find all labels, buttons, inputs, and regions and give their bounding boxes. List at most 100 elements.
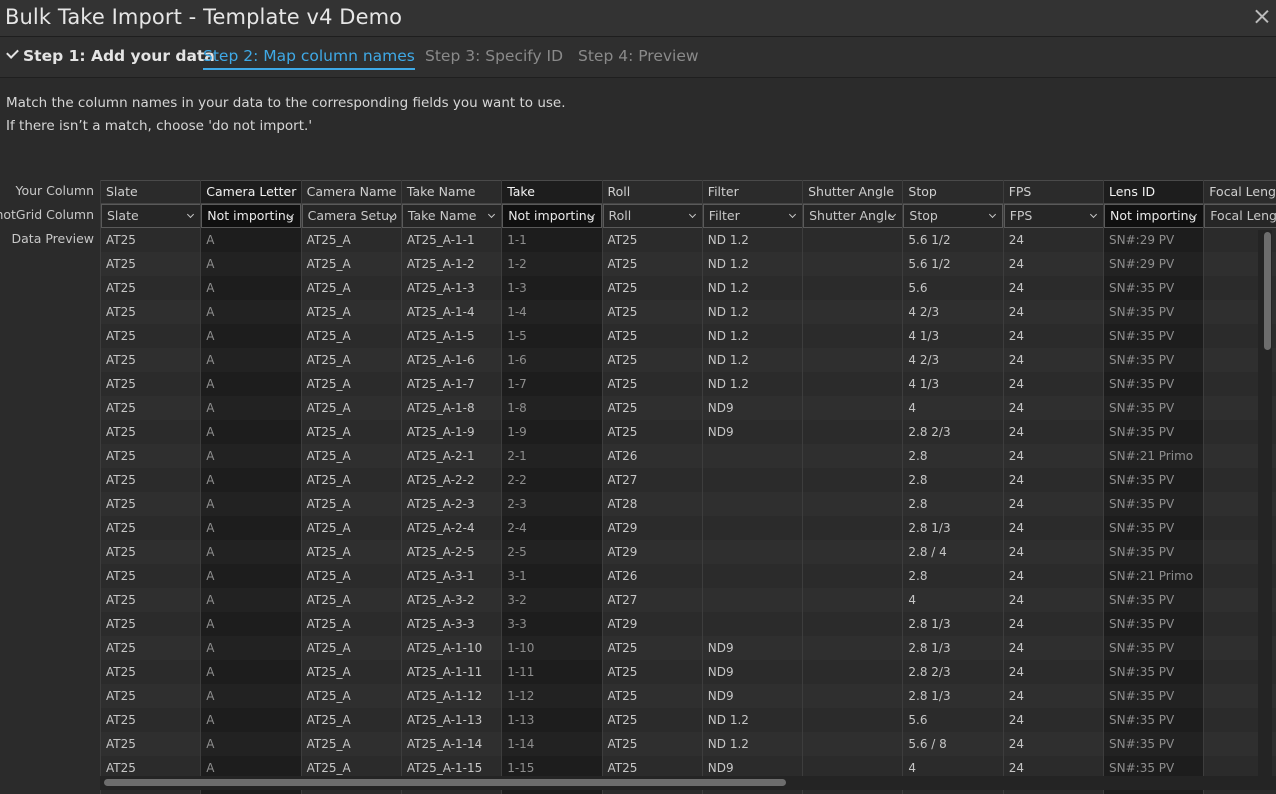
preview-cell: AT25	[101, 492, 201, 516]
your-column-header: Filter	[702, 180, 803, 204]
step-2-tab[interactable]: Step 2: Map column names	[203, 47, 415, 70]
preview-cell: 2-5	[502, 540, 602, 564]
preview-cell: AT25	[106, 233, 136, 247]
preview-cell: 24	[1008, 425, 1024, 439]
preview-cell: 24	[1004, 732, 1104, 756]
preview-cell	[803, 636, 903, 660]
shotgrid-column-select[interactable]: Not importing	[502, 204, 603, 228]
preview-cell	[703, 588, 803, 612]
shotgrid-column-select[interactable]: Shutter Angle	[803, 204, 904, 228]
preview-cell: AT25_A	[306, 665, 351, 679]
preview-cell: AT25	[607, 377, 638, 391]
preview-cell: 24	[1004, 396, 1104, 420]
preview-cell: AT25	[106, 521, 136, 535]
preview-cell: A	[201, 636, 301, 660]
preview-cell: A	[201, 396, 301, 420]
preview-cell	[803, 732, 903, 756]
preview-cell: AT25	[101, 732, 201, 756]
preview-cell: A	[206, 233, 215, 247]
shotgrid-column-select[interactable]: Roll	[602, 204, 703, 228]
step-4-label: Step 4: Preview	[578, 47, 699, 65]
preview-cell: 24	[1008, 377, 1024, 391]
preview-cell: 2-3	[502, 492, 602, 516]
preview-cell: AT25_A-1-2	[402, 252, 502, 276]
preview-cell: AT25	[101, 300, 201, 324]
preview-cell: AT25	[101, 588, 201, 612]
preview-cell: A	[206, 665, 215, 679]
preview-cell: 2.8 1/3	[908, 521, 951, 535]
preview-cell: 4 1/3	[908, 377, 940, 391]
preview-cell: 2.8	[903, 444, 1003, 468]
vertical-scroll-thumb[interactable]	[1264, 232, 1271, 350]
preview-cell: 24	[1004, 492, 1104, 516]
preview-cell: AT25_A	[302, 732, 402, 756]
preview-cell: AT25	[607, 713, 638, 727]
chevron-down-icon	[487, 210, 495, 219]
select-value: Take Name	[407, 208, 477, 223]
preview-cell	[803, 420, 903, 444]
select-value: Stop	[909, 208, 938, 223]
preview-cell: A	[206, 377, 215, 391]
horizontal-scroll-thumb[interactable]	[104, 779, 786, 786]
shotgrid-column-select[interactable]: Not importing	[1104, 204, 1204, 228]
your-column-header: Focal Length	[1204, 180, 1276, 204]
preview-cell	[703, 564, 803, 588]
preview-cell: 24	[1004, 684, 1104, 708]
preview-cell: AT25_A-1-10	[402, 636, 502, 660]
step-3-tab[interactable]: Step 3: Specify ID	[425, 47, 563, 65]
preview-cell: A	[206, 713, 215, 727]
preview-cell: AT25_A-1-5	[406, 329, 475, 343]
preview-cell: AT25	[607, 425, 638, 439]
preview-cell: AT29	[603, 540, 703, 564]
preview-cell	[803, 300, 903, 324]
preview-cell: SN#:35 PV	[1104, 636, 1204, 660]
preview-cell: 24	[1008, 233, 1024, 247]
preview-cell: ND 1.2	[703, 348, 803, 372]
shotgrid-column-select[interactable]: Stop	[903, 204, 1004, 228]
preview-cell: A	[206, 617, 215, 631]
shotgrid-column-select[interactable]: Focal Length	[1204, 204, 1276, 228]
preview-cell	[703, 468, 803, 492]
preview-cell: AT25_A-1-6	[402, 348, 502, 372]
shotgrid-column-select[interactable]: Filter	[702, 204, 803, 228]
preview-cell: 24	[1004, 588, 1104, 612]
shotgrid-column-select[interactable]: FPS	[1003, 204, 1104, 228]
grid-column: Filter Filter ND 1.2 ND 1.2 ND 1.2 ND 1.2 ND 1…	[701, 180, 803, 794]
preview-cell	[803, 708, 903, 732]
close-icon[interactable]	[1254, 8, 1270, 24]
shotgrid-column-select[interactable]: Take Name	[401, 204, 502, 228]
preview-cell	[803, 468, 903, 492]
chevron-down-icon	[186, 210, 195, 219]
preview-cell: 1-1	[507, 233, 527, 247]
preview-cell	[803, 228, 903, 252]
select-value: Filter	[708, 208, 740, 223]
preview-cell: 24	[1004, 540, 1104, 564]
shotgrid-column-select[interactable]: Not importing	[201, 204, 302, 228]
preview-cell: AT25	[607, 281, 638, 295]
preview-cell: 3-2	[502, 588, 602, 612]
preview-cell: A	[201, 540, 301, 564]
preview-cell: AT25	[607, 233, 638, 247]
preview-cell: ND 1.2	[707, 713, 749, 727]
preview-cell: AT27	[607, 473, 638, 487]
chevron-down-icon	[688, 210, 696, 219]
shotgrid-column-select[interactable]: Slate	[101, 204, 201, 228]
preview-cell: SN#:21 Primo	[1104, 444, 1204, 468]
grid-column: FPS FPS 24 24 24 24 24 24 24 24 24 24 24 24 24 24 24 24 24…	[1002, 180, 1104, 794]
grid-column: Shutter Angle Shutter Angle	[802, 180, 904, 794]
preview-cell: AT25	[101, 444, 201, 468]
shotgrid-column-select[interactable]: Camera Setup	[301, 204, 402, 228]
step-1-tab[interactable]: Step 1: Add your data	[6, 46, 215, 65]
preview-cell: SN#:29 PV	[1104, 252, 1204, 276]
preview-cell: ND 1.2	[707, 377, 749, 391]
step-4-tab[interactable]: Step 4: Preview	[578, 47, 699, 65]
preview-cell: SN#:35 PV	[1109, 377, 1175, 391]
grid-column: Camera Name Camera Setup AT25_A AT25_A AT25_…	[300, 180, 402, 794]
preview-cell: SN#:21 Primo	[1109, 569, 1194, 583]
preview-cell: AT25	[101, 396, 201, 420]
select-value: Camera Setup	[307, 208, 398, 223]
preview-cell: 1-14	[502, 732, 602, 756]
preview-cell: ND9	[703, 396, 803, 420]
grid-column: Stop Stop 5.6 1/2 5.6 1/2 5.6 4 2/3 4 1/3 4 2/3…	[902, 180, 1004, 794]
preview-cell: AT25_A-1-9	[406, 425, 475, 439]
